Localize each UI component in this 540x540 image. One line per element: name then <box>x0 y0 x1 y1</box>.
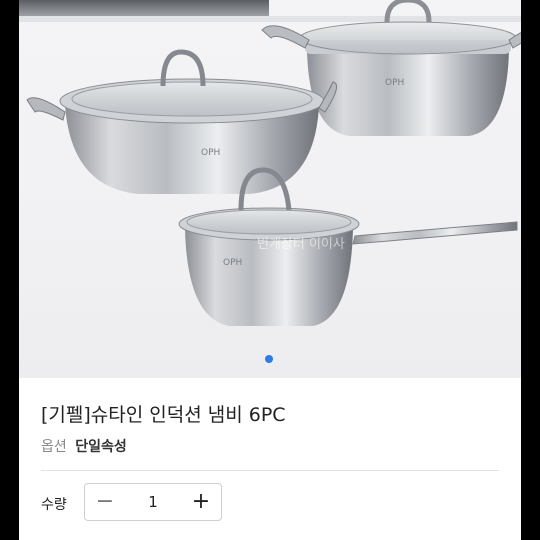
quantity-value[interactable]: 1 <box>125 484 181 520</box>
quantity-label: 수량 <box>41 497 67 513</box>
pot-wide: OPH <box>26 49 338 194</box>
increase-quantity-button[interactable]: + <box>181 484 221 520</box>
product-screen: OPH OPH OPH 번개장터 이이사 [기펠]슈타인 인덕션 냄비 6PC … <box>19 0 521 540</box>
brand-mark-saucepan: OPH <box>223 258 242 268</box>
decrease-quantity-button[interactable]: − <box>85 484 125 520</box>
product-photo: OPH OPH OPH 번개장터 이이사 <box>19 0 521 326</box>
option-label: 옵션 <box>41 439 67 455</box>
quantity-stepper[interactable]: − 1 + <box>84 483 222 521</box>
gallery-page-indicator[interactable] <box>265 355 273 363</box>
option-value: 단일속성 <box>75 439 127 455</box>
divider <box>41 470 499 471</box>
product-image-gallery[interactable]: OPH OPH OPH 번개장터 이이사 <box>19 0 521 378</box>
option-row: 옵션 단일속성 <box>41 436 127 456</box>
brand-mark-large: OPH <box>385 78 404 88</box>
product-title: [기펠]슈타인 인덕션 냄비 6PC <box>41 404 286 426</box>
watermark-text: 번개장터 이이사 <box>257 237 345 252</box>
brand-mark-wide: OPH <box>201 148 220 158</box>
